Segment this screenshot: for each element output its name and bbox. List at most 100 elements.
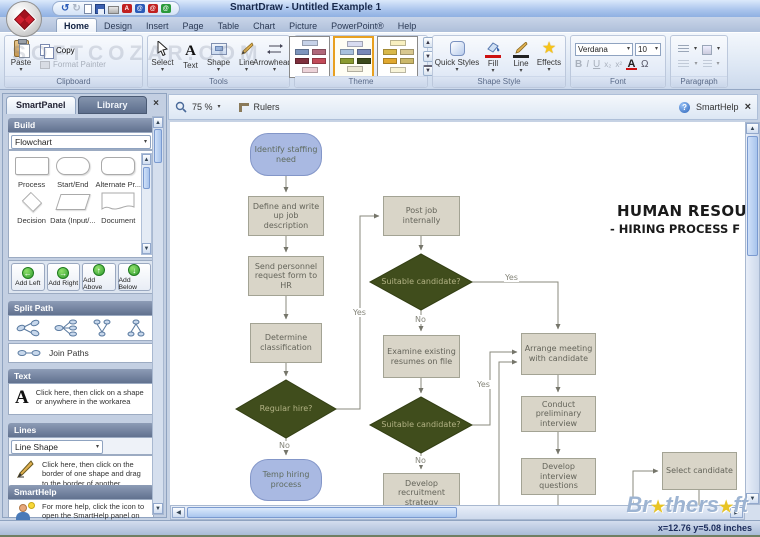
split-down-two-icon[interactable] <box>92 318 112 338</box>
line-tool-button[interactable]: Line ▾ <box>234 39 260 74</box>
node-determine-classification[interactable]: Determine classification <box>250 323 322 363</box>
panel-scroll-up-icon[interactable]: ▲ <box>153 117 163 128</box>
italic-button[interactable]: I <box>586 59 589 70</box>
zoom-level[interactable]: 75 % <box>192 102 213 112</box>
node-regular-hire-label[interactable]: Regular hire? <box>236 381 336 437</box>
redo-icon[interactable]: ↻ <box>72 3 80 14</box>
split-two-icon[interactable] <box>16 319 40 337</box>
node-identify-staffing-need[interactable]: Identify staffing need <box>250 133 322 176</box>
canvas-vertical-scrollbar[interactable]: ▲ ▼ <box>745 122 760 505</box>
font-family-select[interactable]: Verdana ▾ <box>575 43 633 56</box>
font-color-button[interactable]: A <box>626 59 638 70</box>
pdf-export-icon[interactable]: A <box>121 4 132 13</box>
tab-insert[interactable]: Insert <box>139 19 176 32</box>
panel-scroll-down-icon[interactable]: ▼ <box>153 503 163 514</box>
gallery-shape-startend[interactable]: Start/End <box>50 155 95 189</box>
tab-design[interactable]: Design <box>97 19 139 32</box>
node-conduct-preliminary-interview[interactable]: Conduct preliminary interview <box>521 396 596 432</box>
text-tool-row[interactable]: A Click here, then click on a shape or a… <box>8 383 154 415</box>
email-red-icon[interactable]: @ <box>147 4 158 13</box>
indent-icon[interactable] <box>702 59 712 69</box>
undo-icon[interactable]: ↺ <box>61 3 69 14</box>
tab-powerpoint[interactable]: PowerPoint® <box>324 19 391 32</box>
canvas-scroll-right-icon[interactable]: ▶ <box>730 507 743 518</box>
gallery-shape-decision[interactable]: Decision <box>13 191 50 225</box>
font-size-select[interactable]: 10 ▾ <box>635 43 661 56</box>
tab-library[interactable]: Library <box>77 96 147 114</box>
canvas-scroll-left-icon[interactable]: ◀ <box>172 507 185 518</box>
format-painter-button[interactable]: Format Painter <box>40 60 106 69</box>
flowchart-type-select[interactable]: Flowchart ▾ <box>11 135 151 149</box>
flowchart-title[interactable]: HUMAN RESOUR - HIRING PROCESS F <box>610 202 745 236</box>
gallery-shape-process[interactable]: Process <box>13 155 50 189</box>
add-left-button[interactable]: ← Add Left <box>11 263 45 291</box>
add-above-button[interactable]: ↑ Add Above <box>82 263 116 291</box>
add-right-button[interactable]: → Add Right <box>46 263 80 291</box>
theme-swatch-2-selected[interactable] <box>332 35 374 78</box>
node-post-job-internally[interactable]: Post job internally <box>383 196 460 236</box>
paste-button[interactable]: Paste ▾ <box>8 39 34 74</box>
panel-scroll-thumb[interactable] <box>154 129 162 163</box>
shape-tool-button[interactable]: Shape ▾ <box>206 39 232 74</box>
theme-swatch-3[interactable] <box>376 35 418 78</box>
split-three-icon[interactable] <box>54 319 78 337</box>
fill-button[interactable]: Fill ▾ <box>480 38 506 75</box>
rulers-toggle[interactable]: Rulers <box>254 102 280 112</box>
add-below-button[interactable]: ↓ Add Below <box>117 263 151 291</box>
numbered-list-icon[interactable] <box>678 59 690 69</box>
quick-styles-button[interactable]: Quick Styles ▾ <box>435 39 479 74</box>
underline-button[interactable]: U <box>593 59 600 70</box>
email-blue-icon[interactable]: @ <box>134 4 145 13</box>
node-develop-recruitment-strategy[interactable]: Develop recruitment strategy <box>383 473 460 505</box>
gallery-shape-alternate[interactable]: Alternate Pr... <box>96 155 141 189</box>
panel-close-icon[interactable]: × <box>149 96 163 114</box>
node-temp-hiring-process[interactable]: Temp hiring process <box>250 459 322 501</box>
canvas-scroll-down-icon[interactable]: ▼ <box>746 493 759 504</box>
node-send-personnel-request[interactable]: Send personnel request form to HR <box>248 256 324 296</box>
lines-section-header[interactable]: Lines <box>8 423 154 437</box>
canvas-horizontal-scrollbar[interactable]: ◀ ▶ <box>170 505 745 520</box>
text-section-header[interactable]: Text <box>8 369 154 383</box>
gallery-shape-data[interactable]: Data (Input/... <box>50 191 96 225</box>
email-green-icon[interactable]: @ <box>160 4 171 13</box>
build-section-header[interactable]: Build <box>8 118 154 132</box>
symbol-button[interactable]: Ω <box>641 59 648 70</box>
split-path-section-header[interactable]: Split Path <box>8 301 154 315</box>
subscript-button[interactable]: x₂ <box>604 59 611 70</box>
save-icon[interactable] <box>94 3 105 14</box>
smartdraw-logo-button[interactable] <box>6 1 42 37</box>
node-suitable-candidate-1-label[interactable]: Suitable candidate? <box>370 254 472 310</box>
node-define-job-description[interactable]: Define and write up job description <box>248 196 324 236</box>
tab-help[interactable]: Help <box>391 19 424 32</box>
split-up-two-icon[interactable] <box>126 318 146 338</box>
line-shape-select[interactable]: Line Shape ▾ <box>11 440 103 454</box>
tab-picture[interactable]: Picture <box>282 19 324 32</box>
drawing-canvas[interactable]: Identify staffing need Define and write … <box>170 122 745 505</box>
new-document-icon[interactable] <box>83 3 92 14</box>
gallery-scroll-up-icon[interactable]: ▲ <box>142 154 151 165</box>
gallery-scroll-thumb[interactable] <box>143 167 150 189</box>
print-icon[interactable] <box>107 5 119 14</box>
superscript-button[interactable]: x² <box>615 59 622 70</box>
zoom-caret-icon[interactable]: ▾ <box>218 104 221 110</box>
canvas-help-close-icon[interactable]: × <box>745 101 751 113</box>
tab-home[interactable]: Home <box>56 18 98 32</box>
bullet-list-icon[interactable] <box>677 45 689 54</box>
node-arrange-meeting[interactable]: Arrange meeting with candidate <box>521 333 596 375</box>
theme-swatch-1[interactable] <box>288 35 330 78</box>
tab-chart[interactable]: Chart <box>246 19 282 32</box>
canvas-hscroll-thumb[interactable] <box>187 507 457 518</box>
panel-scrollbar[interactable]: ▲ ▼ <box>152 116 164 515</box>
canvas-vscroll-thumb[interactable] <box>747 136 758 256</box>
join-paths-row[interactable]: Join Paths <box>8 343 154 363</box>
node-select-candidate[interactable]: Select candidate <box>662 452 737 490</box>
gallery-scroll-down-icon[interactable]: ▼ <box>142 243 151 254</box>
text-box-icon[interactable] <box>702 44 712 55</box>
tab-page[interactable]: Page <box>176 19 211 32</box>
select-tool-button[interactable]: Select ▾ <box>150 39 176 74</box>
effects-button[interactable]: ★ Effects ▾ <box>536 39 562 74</box>
smarthelp-section-header[interactable]: SmartHelp <box>8 485 154 499</box>
bold-button[interactable]: B <box>575 59 582 70</box>
tab-smartpanel[interactable]: SmartPanel <box>6 96 76 114</box>
line-style-button[interactable]: Line ▾ <box>508 38 534 75</box>
